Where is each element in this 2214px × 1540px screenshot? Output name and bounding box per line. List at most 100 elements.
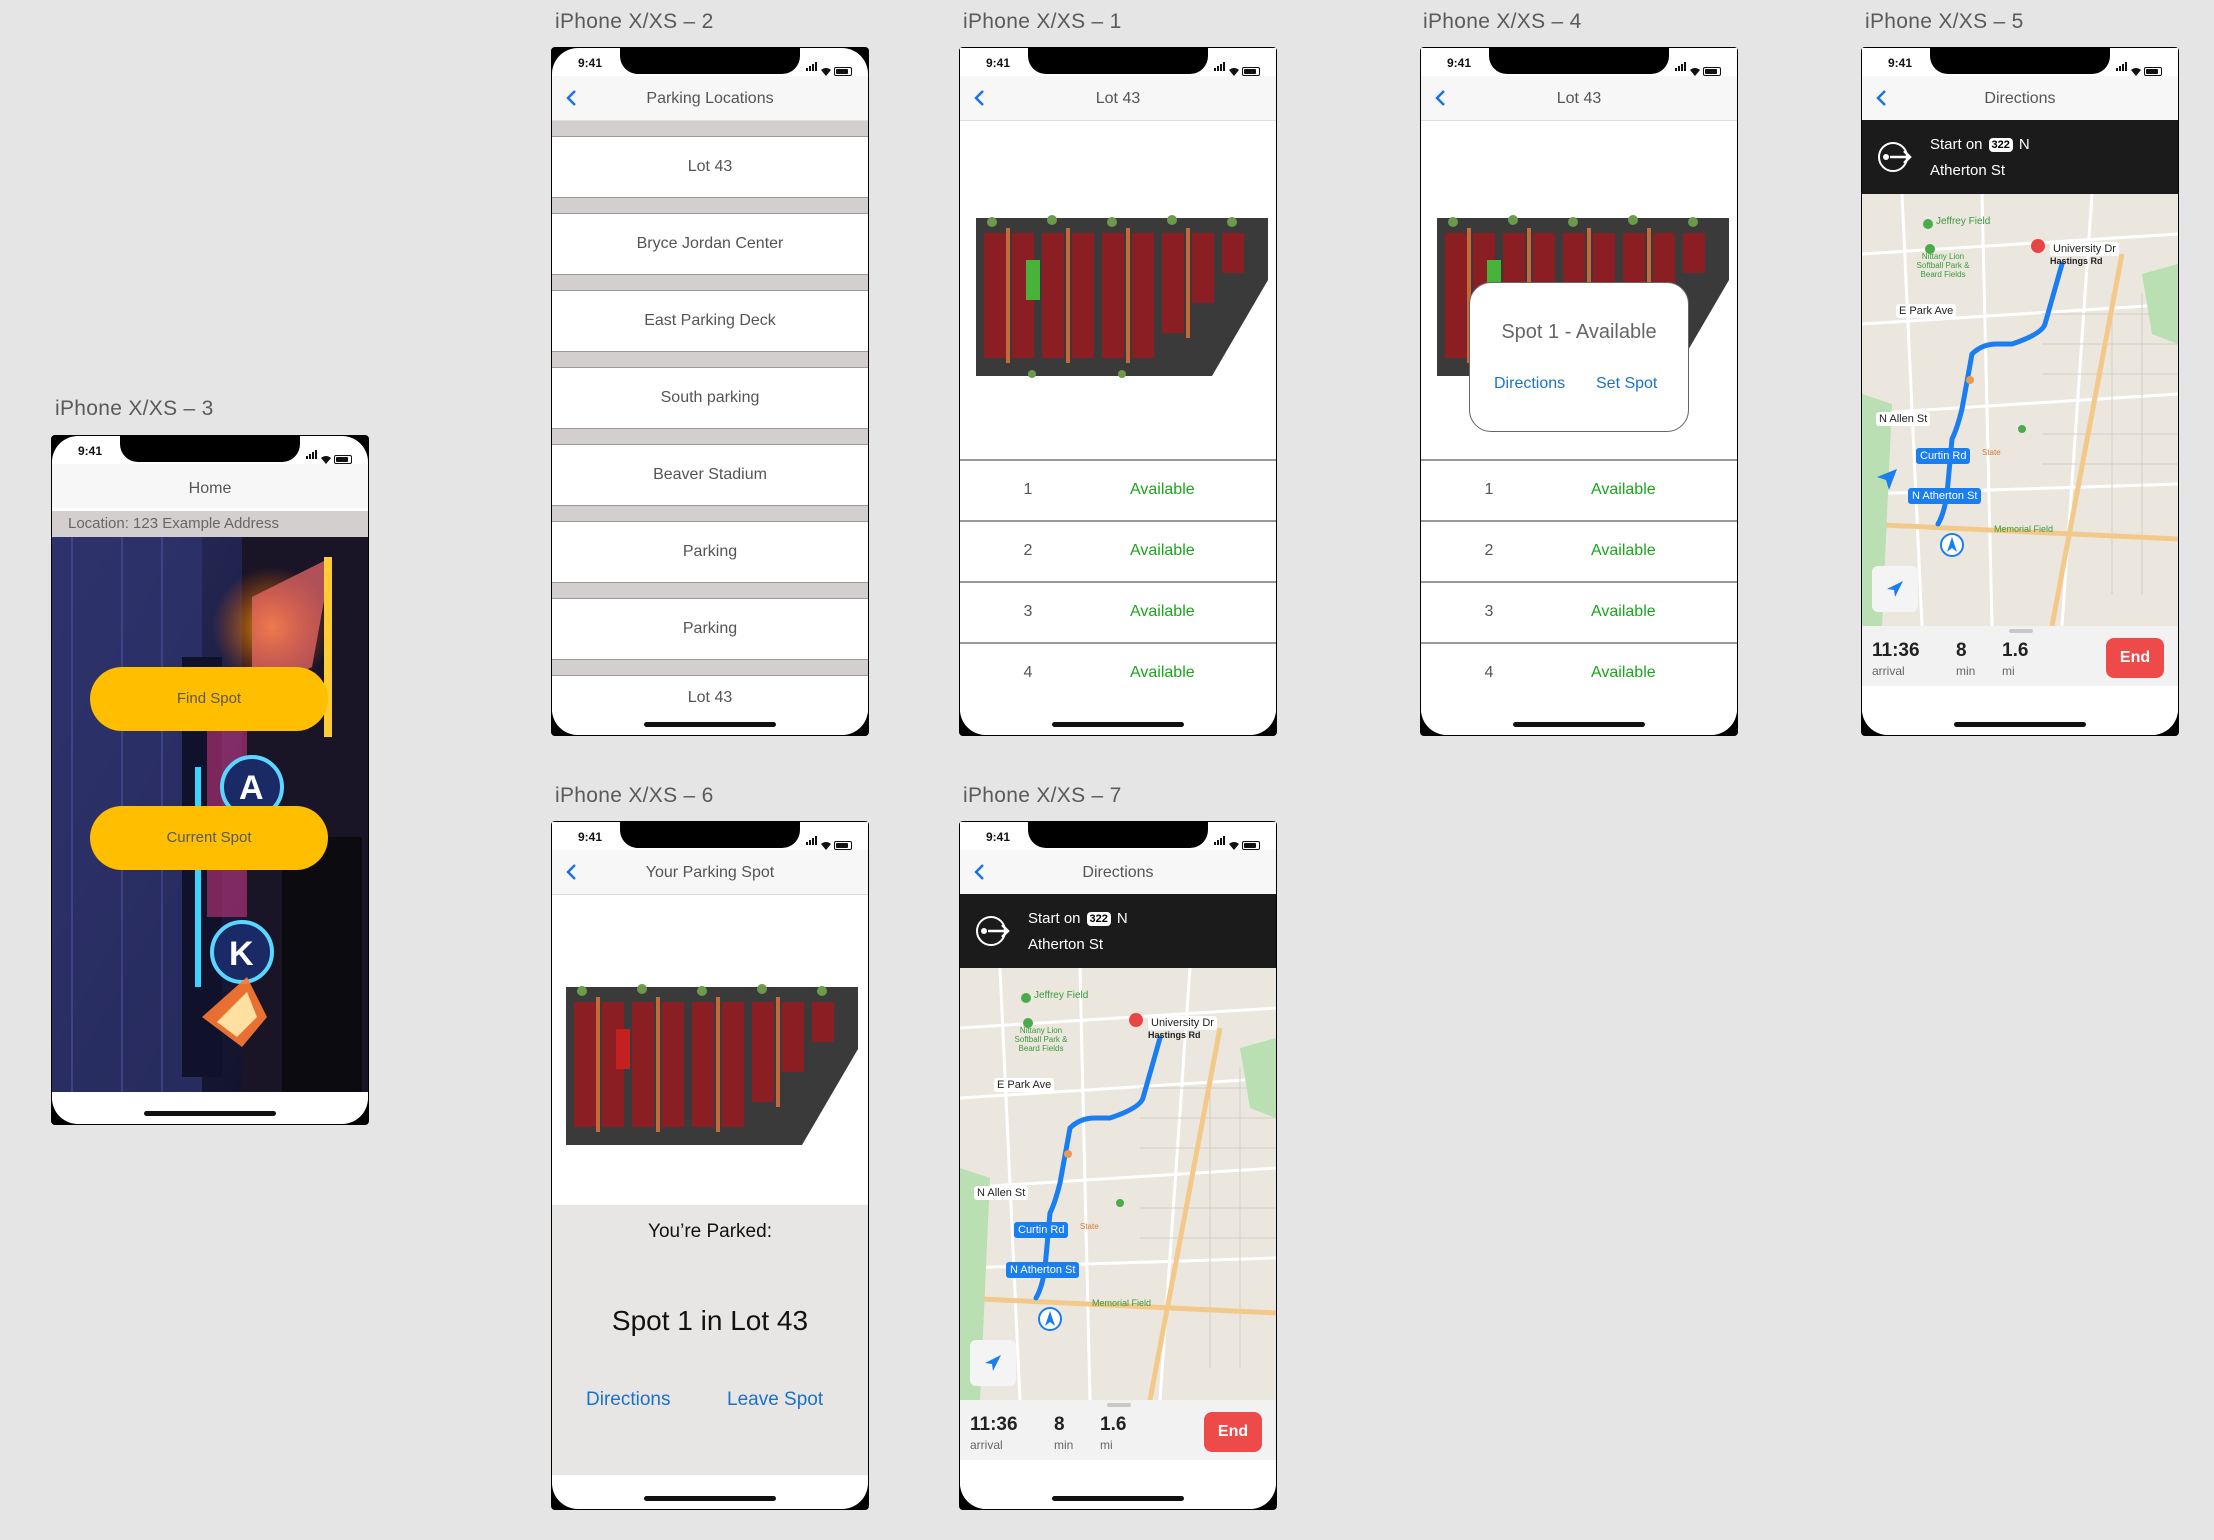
list-item-lot-43[interactable]: Lot 43 [552,675,868,715]
signal-icon [306,446,318,464]
phone-directions: 9:41 Directions Start on 322 N Atherton … [1861,47,2179,736]
route-map[interactable]: Jeffrey Field Nittany Lion Softball Park… [960,967,1276,1401]
svg-text:K: K [229,935,254,973]
spot-status: Available [1591,664,1656,681]
status-icons [1675,58,1721,76]
wifi-icon [1229,68,1239,76]
list-separator [552,660,868,675]
navbar: Home [52,464,368,508]
directions-link[interactable]: Directions [586,1389,670,1411]
page-title: Home [188,480,232,497]
page-title: Directions [1082,864,1154,881]
list-separator [552,429,868,444]
popup-title: Spot 1 - Available [1501,321,1657,343]
spot-popup: Spot 1 - Available Directions Set Spot [1469,282,1689,432]
arrival-label: arrival [970,1438,1003,1452]
distance-label: mi [1100,1438,1113,1452]
wifi-icon [1690,68,1700,76]
spot-number: 1 [1023,481,1033,498]
artboard-label: iPhone X/XS – 6 [555,784,714,807]
status-bar: 9:41 [960,48,1276,76]
find-spot-button[interactable]: Find Spot [90,667,328,731]
phone-home: 9:41 Home Location: 123 Example Address [51,435,369,1125]
directions-link[interactable]: Directions [1494,375,1565,393]
list-item-parking[interactable]: Parking [552,521,868,583]
spot-number: 1 [1484,481,1494,498]
street-name: Atherton St [1930,162,2006,179]
wifi-icon [1229,842,1239,850]
turn-arrow-icon [1878,142,1912,172]
drag-handle[interactable] [2009,629,2033,633]
status-time: 9:41 [986,56,1011,70]
map-label: State [1080,1222,1099,1231]
drag-handle[interactable] [1107,1403,1131,1407]
spot-row[interactable]: 1 Available [960,459,1276,520]
spot-row[interactable]: 1 Available [1421,459,1737,520]
map-label: State [1982,448,2001,457]
battery-icon [1242,841,1260,850]
spot-row[interactable]: 3 Available [960,581,1276,642]
eta-bar: 11:36 arrival 8 min 1.6 mi End [960,1400,1276,1460]
navbar: Lot 43 [1421,76,1737,121]
distance-label: mi [2002,664,2015,678]
signal-icon [1675,58,1687,76]
navbar: Parking Locations [552,76,868,121]
spot-row[interactable]: 4 Available [1421,642,1737,703]
battery-icon [834,67,852,76]
signal-icon [806,58,818,76]
status-time: 9:41 [1888,56,1913,70]
current-spot-button[interactable]: Current Spot [90,806,328,870]
parking-lot-map[interactable] [972,208,1272,393]
recenter-button[interactable] [970,1340,1016,1386]
map-label: Nittany Lion Softball Park & Beard Field… [1916,252,1970,279]
list-item-beaver-stadium[interactable]: Beaver Stadium [552,444,868,506]
spot-row[interactable]: 2 Available [1421,520,1737,581]
set-spot-link[interactable]: Set Spot [1596,375,1657,393]
map-label: University Dr [1148,1016,1217,1030]
home-indicator [644,722,776,727]
status-bar: 9:41 [552,48,868,76]
spot-number: 2 [1484,542,1494,559]
status-time: 9:41 [986,830,1011,844]
spot-number: 4 [1484,664,1494,681]
end-button[interactable]: End [2106,638,2164,678]
status-time: 9:41 [78,444,103,458]
list-item-east-parking-deck[interactable]: East Parking Deck [552,290,868,352]
list-separator [552,583,868,598]
status-time: 9:41 [578,56,603,70]
status-bar: 9:41 [960,822,1276,850]
start-on-text: Start on [1930,136,1983,153]
page-title: Directions [1984,90,2056,107]
duration-label: min [1956,664,1976,678]
map-label: Memorial Field [1092,1298,1152,1308]
phone-directions-2: 9:41 Directions Start on 322 N Atherton … [959,821,1277,1510]
artboard-label: iPhone X/XS – 4 [1423,10,1582,33]
notch [1028,822,1208,848]
leave-spot-link[interactable]: Leave Spot [727,1389,823,1411]
spot-number: 4 [1023,664,1033,681]
spot-number: 2 [1023,542,1033,559]
spot-row[interactable]: 3 Available [1421,581,1737,642]
status-icons [806,832,852,850]
spot-status: Available [1130,481,1195,498]
list-item-lot-43[interactable]: Lot 43 [552,136,868,198]
phone-lot-detail: 9:41 Lot 43 1 Available 2 Available 3 Av… [959,47,1277,736]
spot-status: Available [1591,542,1656,559]
eta-bar: 11:36 arrival 8 min 1.6 mi End [1862,626,2178,686]
location-bar: Location: 123 Example Address [52,511,368,537]
location-arrow-icon [985,1355,1001,1371]
route-map[interactable]: Jeffrey Field Nittany Lion Softball Park… [1862,193,2178,627]
list-item-bryce-jordan[interactable]: Bryce Jordan Center [552,213,868,275]
status-icons [306,446,352,464]
spot-row[interactable]: 2 Available [960,520,1276,581]
spot-row[interactable]: 4 Available [960,642,1276,703]
recenter-button[interactable] [1872,566,1918,612]
map-label: E Park Ave [1896,304,1957,318]
map-label: N Allen St [974,1186,1029,1200]
list-item-south-parking[interactable]: South parking [552,367,868,429]
street-name: Atherton St [1028,936,1104,953]
direction-banner: Start on 322 N Atherton St [1862,120,2178,194]
end-button[interactable]: End [1204,1412,1262,1452]
list-item-parking[interactable]: Parking [552,598,868,660]
status-icons [1214,58,1260,76]
